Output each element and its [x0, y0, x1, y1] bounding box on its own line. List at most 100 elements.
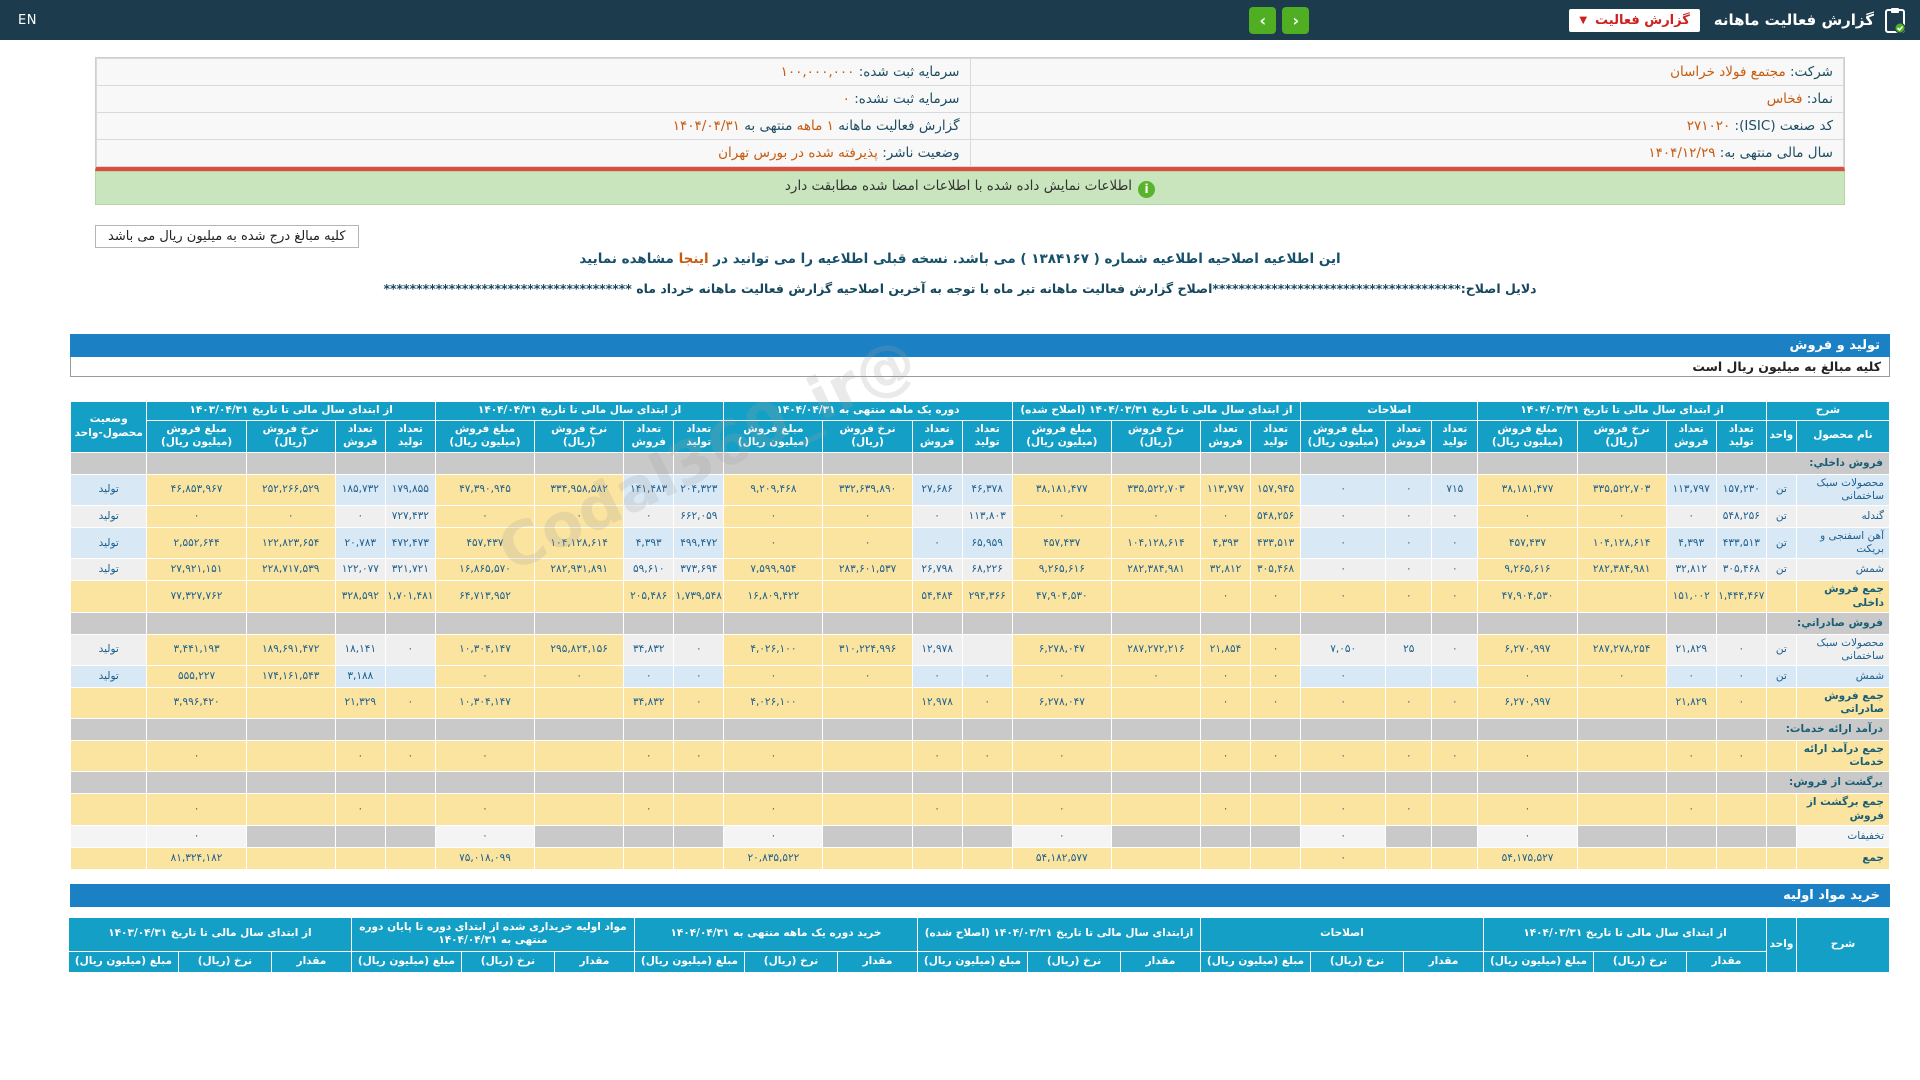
chevron-down-icon: ▼ [1579, 14, 1588, 26]
sub-col-header: تعداد تولید [673, 419, 725, 453]
value-cell [384, 846, 436, 870]
value-cell [1250, 793, 1302, 826]
value-cell: ۳۷۳,۶۹۴ [673, 558, 725, 582]
section-row-fill [1011, 451, 1112, 475]
table-row: جمع فروش داخلی ۱,۴۴۴,۴۶۷ ۱۵۱,۰۰۲ ۴۷,۹۰۴,۵۳۰… [69, 580, 1891, 613]
value-cell: ۲۰,۸۳۵,۵۲۲ [723, 846, 824, 870]
value-cell: ۰ [1385, 686, 1433, 720]
value-cell: ۱۱۳,۷۹۷ [1665, 473, 1717, 507]
sub-col-header: مبلغ فروش (میلیون ریال) [434, 419, 536, 453]
value-cell: ۱۲۲,۰۷۷ [334, 558, 386, 582]
value-cell: ۱۷۹,۸۵۵ [384, 473, 436, 507]
info-cell-right: نماد: فخاس [969, 85, 1844, 113]
value-cell [1200, 846, 1252, 870]
value-cell: ۲۸۷,۲۷۸,۲۵۴ [1576, 633, 1667, 666]
section-row-fill [723, 451, 824, 475]
section-row-fill [623, 611, 675, 635]
info-value: فخاس [1766, 91, 1803, 107]
table-row: شمش تن ۰ ۰ ۰ ۰ ۰ ۰ ۰ ۰ ۰ ۰ ۰ ۰ ۰ ۰ ۰ ۰ ۰ ۳,۱۸۸ ۱۷۴,۱۶۱,۵۴۳ ۵۵… [69, 664, 1891, 688]
value-cell: ۵۴,۴۸۴ [911, 580, 963, 613]
status-cell: تولید [69, 505, 148, 529]
value-cell: ۰ [1011, 824, 1112, 848]
p-group-header-1: اصلاحات [1199, 916, 1484, 952]
value-cell: ۰ [623, 505, 675, 529]
value-cell [1715, 824, 1767, 848]
value-cell [384, 793, 436, 826]
language-toggle[interactable]: EN [18, 13, 37, 28]
value-cell: ۱۶,۸۰۹,۴۲۲ [723, 580, 824, 613]
previous-version-link[interactable]: اینجا [679, 251, 709, 267]
table-row: جمع ۵۴,۱۷۵,۵۲۷ ۰ ۵۴,۱۸۲,۵۷۷ ۲۰,۸۳۵,۵۲۲ ۷۵,۰۱۸… [69, 846, 1891, 870]
value-cell: ۰ [623, 740, 675, 773]
status-cell: تولید [69, 664, 148, 688]
value-cell: ۳۳۴,۹۵۸,۵۸۲ [534, 473, 625, 507]
unit-cell: تن [1765, 527, 1797, 560]
section-row-fill [1250, 771, 1302, 795]
value-cell: ۱۶,۸۶۵,۵۷۰ [434, 558, 536, 582]
report-type-dropdown[interactable]: گزارش فعالیت ▼ [1569, 8, 1700, 32]
raw-materials-purchase-table: شرح واحد از ابتدای سال مالی تا تاریخ ۱۴۰۴/… [67, 916, 1890, 973]
sub-col-header: تعداد فروش [334, 419, 386, 453]
value-cell [911, 846, 963, 870]
value-cell: ۲۰۵,۴۸۶ [623, 580, 675, 613]
table-row: جمع برگشت از فروش ۰ ۰ ۰ ۰ ۰ ۰ ۰ ۰ ۰ ۰ ۰ ۰ [69, 793, 1891, 826]
product-name-cell: جمع فروش صادراتی [1795, 686, 1891, 720]
section-row-fill [1385, 611, 1433, 635]
table-row: جمع فروش صادراتی ۰ ۲۱,۸۲۹ ۶,۲۷۰,۹۹۷ ۰ ۰ ۰ ۰ ۰ ۶,۲… [69, 686, 1891, 720]
section-row-fill [1011, 611, 1112, 635]
value-cell [245, 580, 336, 613]
value-cell: ۱۵۷,۹۴۵ [1250, 473, 1302, 507]
value-cell: ۲۱,۸۵۴ [1200, 633, 1252, 666]
value-cell: ۳۲,۸۱۲ [1665, 558, 1717, 582]
section-row-fill [1110, 718, 1202, 742]
value-cell [245, 740, 336, 773]
section-row-fill [822, 718, 913, 742]
section-row-fill [1431, 611, 1479, 635]
value-cell [673, 824, 725, 848]
value-cell: ۰ [1665, 664, 1717, 688]
info-cell-left: سرمایه ثبت نشده: ۰ [96, 85, 971, 113]
value-cell: ۹,۲۶۵,۶۱۶ [1011, 558, 1112, 582]
table-row: محصولات سبک ساختمانی تن ۱۵۷,۲۳۰ ۱۱۳,۷۹۷ ۳۳۵,… [69, 473, 1891, 507]
sub-col-header: تعداد تولید [961, 419, 1013, 453]
info-label: وضعیت ناشر: [877, 145, 960, 161]
group-header-4: از ابتدای سال مالی تا تاریخ ۱۴۰۴/۰۴/۳۱ [434, 401, 725, 421]
value-cell: ۰ [434, 740, 536, 773]
table-row: درآمد ارائه خدمات: [69, 718, 1891, 742]
section-row-fill [334, 611, 386, 635]
value-cell: ۵۵۵,۲۲۷ [146, 664, 247, 688]
value-cell: ۳۱۰,۲۲۴,۹۹۶ [822, 633, 913, 666]
value-cell: ۳۲۸,۵۹۲ [334, 580, 386, 613]
info-row: شرکت: مجتمع فولاد خراسان سرمایه ثبت شده: … [96, 58, 1844, 86]
value-cell [534, 824, 625, 848]
value-cell: ۰ [1300, 664, 1387, 688]
section-row-fill [1250, 451, 1302, 475]
table-row: فروش داخلي: [69, 451, 1891, 475]
previous-report-button[interactable]: ‹ [1282, 6, 1310, 34]
value-cell [1576, 793, 1667, 826]
value-cell: ۴۵۷,۴۳۷ [1011, 527, 1112, 560]
value-cell: ۲۰۴,۳۲۳ [673, 473, 725, 507]
value-cell: ۲۱,۸۲۹ [1665, 633, 1717, 666]
value-cell [1431, 824, 1479, 848]
value-cell [1250, 824, 1302, 848]
value-cell: ۳۴,۸۳۲ [623, 633, 675, 666]
section-row-fill [673, 451, 725, 475]
revision-text-after: مشاهده نمایید [579, 251, 679, 267]
value-cell: ۱۲۲,۸۲۳,۶۵۴ [245, 527, 336, 560]
section-row-fill [434, 718, 536, 742]
info-label: سال مالی منتهی به: [1715, 145, 1833, 161]
p-group-header-4: مواد اولیه خریداری شده از ابتدای دوره تا… [350, 916, 635, 952]
info-cell-left: سرمایه ثبت شده: ۱۰۰,۰۰۰,۰۰۰ [96, 58, 971, 86]
value-cell: ۰ [1665, 793, 1717, 826]
unit-cell: تن [1765, 473, 1797, 507]
value-cell [334, 846, 386, 870]
value-cell: ۰ [334, 740, 386, 773]
section-row-fill [334, 451, 386, 475]
section-row-fill [245, 718, 336, 742]
col-header-unit: واحد [1765, 419, 1797, 453]
value-cell: ۰ [1665, 505, 1717, 529]
product-name-cell: آهن اسفنجی و بریکت [1795, 527, 1891, 560]
section-row-fill [673, 771, 725, 795]
next-report-button[interactable]: › [1249, 6, 1277, 34]
